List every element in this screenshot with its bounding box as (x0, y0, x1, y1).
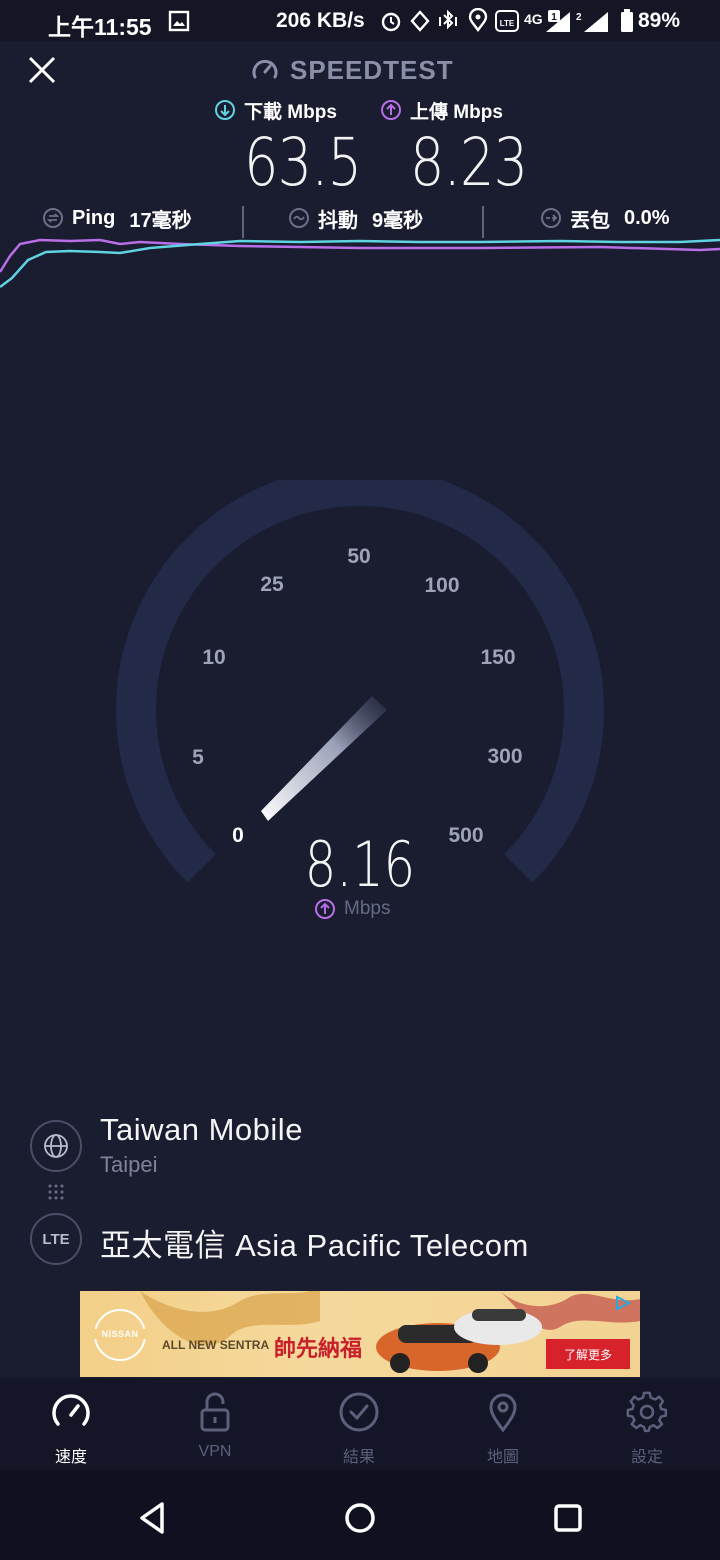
jitter-icon (289, 208, 309, 228)
gauge-tick-label: 100 (424, 574, 459, 597)
upload-graph-line (0, 238, 720, 273)
close-icon (28, 56, 56, 84)
gauge-tick-label: 50 (347, 545, 370, 568)
gear-icon (626, 1391, 668, 1433)
jitter-label: 抖動 (318, 209, 358, 232)
nav-settings[interactable]: 設定 (592, 1390, 702, 1466)
speedometer-icon (52, 1394, 90, 1426)
packet-loss-stat: 丟包 0.0% (540, 204, 670, 232)
server-name[interactable]: Taiwan Mobile (100, 1112, 303, 1148)
status-bar: 上午11:55 206 KB/s LTE 4G 1 2 89% (0, 0, 720, 42)
system-nav-bar (0, 1470, 720, 1560)
jitter-stat: 抖動 9毫秒 (288, 204, 423, 232)
svg-text:LTE: LTE (500, 19, 515, 28)
ad-tagline: ALL NEW SENTRA (162, 1338, 270, 1352)
status-icons: LTE 4G 1 2 (381, 8, 608, 32)
upload-label: 上傳 Mbps (380, 97, 503, 123)
download-label: 下載 Mbps (214, 97, 337, 123)
speedtest-logo: SPEEDTEST (250, 54, 454, 86)
server-button[interactable] (30, 1120, 82, 1172)
nav-label: 結果 (342, 1449, 375, 1466)
nav-label: 速度 (54, 1449, 87, 1466)
nav-label: 設定 (630, 1449, 663, 1466)
speed-gauge: 0 5 10 25 50 100 150 300 500 8.16 (116, 480, 604, 902)
bottom-nav: 速度 VPN 結果 地圖 設定 (0, 1378, 720, 1470)
close-button[interactable] (24, 52, 60, 88)
unit-label: Mbps (344, 898, 391, 919)
connection-type-badge: LTE (30, 1213, 82, 1265)
upload-label-text: 上傳 Mbps (410, 101, 503, 123)
signal-icon-2 (584, 12, 608, 32)
packet-loss-value: 0.0% (624, 206, 670, 229)
gauge-logo-icon (252, 59, 278, 79)
back-triangle-icon (140, 1502, 164, 1534)
gauge-tick-label: 10 (202, 646, 225, 669)
nav-map[interactable]: 地圖 (448, 1390, 558, 1466)
home-circle-icon (345, 1503, 375, 1533)
gauge-needle (261, 696, 387, 821)
recents-square-icon (554, 1504, 582, 1532)
nav-label: 地圖 (486, 1449, 519, 1466)
status-time: 上午11:55 (48, 14, 152, 40)
ping-stat: Ping 17毫秒 (42, 204, 192, 232)
back-button[interactable] (132, 1498, 172, 1538)
data-saver-icon (410, 10, 430, 32)
download-label-text: 下載 Mbps (244, 101, 337, 123)
ad-slogan: 帥先納福 (274, 1336, 363, 1361)
upload-arrow-icon (381, 100, 401, 120)
gauge-track (116, 480, 604, 883)
nav-vpn[interactable]: VPN (160, 1390, 270, 1466)
home-button[interactable] (340, 1498, 380, 1538)
globe-icon (44, 1134, 68, 1158)
map-pin-icon (489, 1393, 517, 1433)
current-speed-unit: Mbps (314, 898, 390, 920)
gauge-tick-label: 300 (487, 745, 522, 768)
download-arrow-icon (215, 100, 235, 120)
speed-graph (0, 238, 720, 288)
nav-speed[interactable]: 速度 (16, 1390, 126, 1466)
download-value: 63.5 (244, 124, 362, 201)
gauge-tick-label: 25 (260, 573, 284, 596)
ping-value: 17毫秒 (129, 209, 192, 232)
image-notification-icon (168, 10, 190, 32)
provider-name: 亞太電信 Asia Pacific Telecom (100, 1228, 529, 1263)
ping-icon (43, 208, 63, 228)
lte-label: LTE (42, 1230, 70, 1248)
ad-cta-button[interactable]: 了解更多 (546, 1339, 630, 1369)
network-speed: 206 KB/s (276, 9, 365, 32)
nav-results[interactable]: 結果 (304, 1390, 414, 1466)
lock-icon (200, 1392, 230, 1432)
packet-loss-label: 丟包 (570, 209, 610, 232)
current-speed-value: 8.16 (305, 830, 415, 902)
packet-loss-icon (541, 208, 561, 228)
battery-percent: 89% (638, 9, 681, 32)
4g-icon: 4G (524, 11, 543, 27)
ad-choices-icon[interactable] (614, 1295, 632, 1311)
nissan-logo: NISSAN (92, 1309, 148, 1361)
bluetooth-icon (443, 9, 454, 30)
ad-banner[interactable]: NISSAN ALL NEW SENTRA 帥先納福 了解更多 (80, 1291, 640, 1377)
nav-label: VPN (198, 1443, 232, 1460)
ping-label: Ping (72, 206, 116, 229)
svg-text:2: 2 (576, 12, 582, 23)
server-location: Taipei (100, 1152, 158, 1177)
svg-text:1: 1 (551, 12, 557, 23)
upload-value: 8.23 (410, 124, 528, 201)
battery-icon (621, 9, 633, 32)
check-circle-icon (339, 1392, 379, 1432)
gauge-tick-label: 500 (448, 824, 483, 847)
gauge-tick-label: 5 (192, 746, 204, 769)
gauge-tick-label: 150 (480, 646, 515, 669)
brand-name: SPEEDTEST (290, 54, 454, 85)
jitter-value: 9毫秒 (372, 209, 424, 232)
recents-button[interactable] (548, 1498, 588, 1538)
ad-brand: NISSAN (92, 1329, 148, 1339)
connector-dots (48, 1184, 64, 1200)
upload-arrow-icon (315, 899, 335, 919)
gauge-tick-label: 0 (232, 824, 244, 847)
